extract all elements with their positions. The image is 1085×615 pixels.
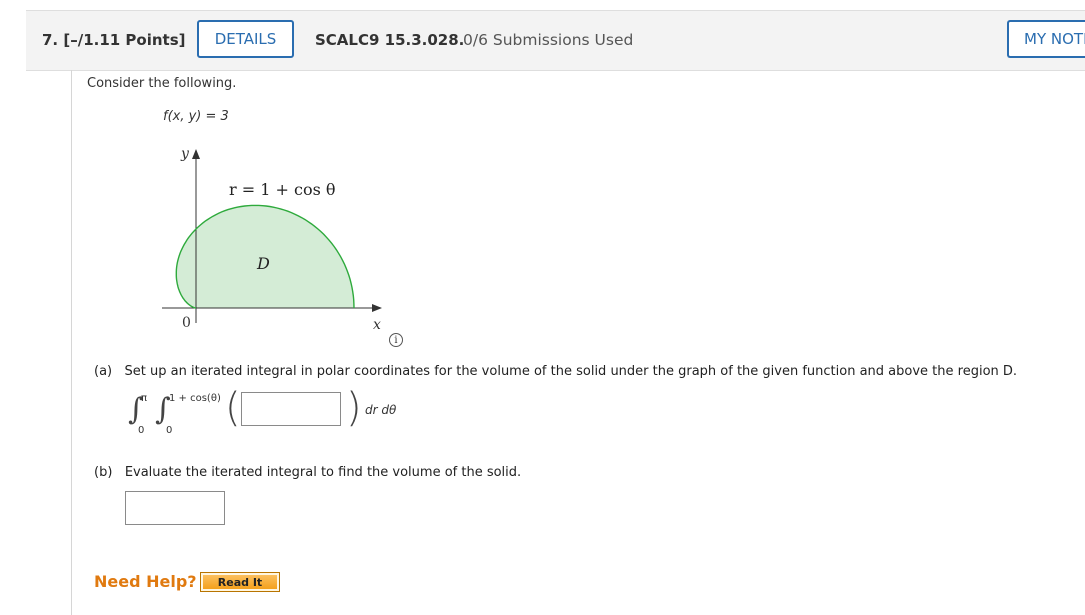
part-a-prompt: (a) Set up an iterated integral in polar… (94, 364, 1017, 379)
curve-label: r = 1 + cos θ (229, 180, 336, 199)
outer-upper-limit: π (141, 393, 148, 404)
inner-upper-limit: 1 + cos(θ) (169, 393, 221, 404)
part-a-text: Set up an iterated integral in polar coo… (124, 364, 1018, 379)
integrand-input[interactable] (241, 392, 341, 426)
right-paren: ) (346, 385, 362, 431)
read-it-button[interactable]: Read It (200, 572, 280, 592)
inner-lower-limit: 0 (166, 425, 173, 436)
part-b-prompt: (b) Evaluate the iterated integral to fi… (94, 465, 521, 480)
info-icon[interactable]: i (389, 333, 403, 347)
origin-label: 0 (182, 315, 191, 331)
region-label: D (256, 254, 270, 273)
outer-lower-limit: 0 (138, 425, 145, 436)
x-axis-label: x (373, 317, 381, 333)
y-axis-label: y (180, 146, 190, 162)
part-b-text: Evaluate the iterated integral to find t… (124, 465, 522, 480)
need-help-label: Need Help? (94, 572, 197, 591)
part-a-label: (a) (94, 364, 113, 379)
left-paren: ( (225, 385, 241, 431)
part-b-label: (b) (94, 465, 113, 480)
volume-answer-input[interactable] (125, 491, 225, 525)
differentials: dr dθ (365, 403, 397, 417)
